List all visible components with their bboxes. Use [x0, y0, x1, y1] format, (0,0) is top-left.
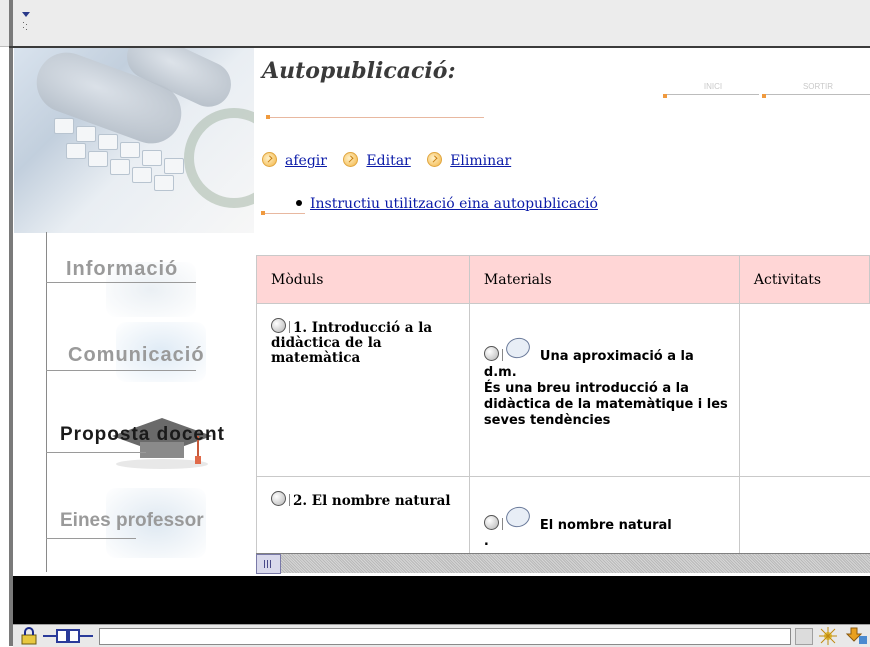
- instructions-item: Instructiu utilització eina autopublicac…: [296, 196, 598, 212]
- edit-action[interactable]: Editar: [343, 152, 411, 169]
- toolbar: [0, 0, 870, 47]
- nav-item-eines-professor[interactable]: Eines professor: [46, 488, 251, 568]
- connection-icon: [43, 629, 93, 643]
- toolbar-grip-icon[interactable]: [18, 2, 34, 42]
- table-row: 1. Introducció a la didàctica de la mate…: [256, 303, 870, 477]
- radio-button[interactable]: [271, 491, 286, 506]
- disk-icon: [503, 335, 533, 361]
- bullet-icon: [296, 200, 302, 206]
- modules-table: Mòduls Materials Activitats 1. Introducc…: [256, 255, 870, 572]
- modules-table-container: Mòduls Materials Activitats 1. Introducc…: [256, 255, 870, 575]
- delete-action[interactable]: Eliminar: [427, 152, 511, 169]
- material-title: El nombre natural: [539, 518, 672, 533]
- tab-inici[interactable]: INICI: [667, 82, 759, 95]
- keyboard-banner-image: [14, 48, 254, 233]
- nav-item-informacio[interactable]: Informació: [46, 244, 251, 324]
- add-action[interactable]: afegir: [262, 152, 327, 169]
- radio-button[interactable]: [483, 346, 499, 361]
- status-cell: [795, 628, 813, 645]
- nav-item-label: Comunicació: [68, 344, 205, 366]
- add-link[interactable]: afegir: [285, 153, 327, 169]
- module-title: 2. El nombre natural: [293, 493, 451, 509]
- column-header-materials: Materials: [468, 255, 740, 304]
- scrollbar-thumb[interactable]: [256, 554, 281, 574]
- delete-link[interactable]: Eliminar: [450, 153, 511, 169]
- activity-cell: [738, 303, 870, 477]
- status-bar: [13, 624, 870, 647]
- material-description: És una breu introducció a la didàctica d…: [483, 381, 728, 428]
- nav-item-proposta-docent[interactable]: Proposta docent: [46, 404, 251, 484]
- nav-item-label: Informació: [66, 258, 179, 280]
- sparkle-icon[interactable]: [817, 626, 839, 646]
- module-title: 1. Introducció a la didàctica de la mate…: [271, 320, 433, 366]
- page-title: Autopublicació:: [262, 58, 456, 84]
- tab-sortir[interactable]: SORTIR: [766, 82, 870, 95]
- material-description: .: [483, 534, 489, 549]
- instructions-link[interactable]: Instructiu utilització eina autopublicac…: [310, 196, 598, 212]
- column-header-activitats: Activitats: [738, 255, 870, 304]
- lock-icon: [21, 627, 37, 645]
- nav-item-label: Eines professor: [60, 510, 204, 531]
- play-icon: [343, 152, 359, 167]
- nav-item-comunicacio[interactable]: Comunicació: [46, 322, 251, 402]
- column-header-moduls: Mòduls: [256, 255, 470, 304]
- horizontal-scrollbar[interactable]: [256, 553, 870, 573]
- radio-button[interactable]: [271, 318, 286, 333]
- nav-item-label: Proposta docent: [60, 424, 225, 445]
- play-icon: [427, 152, 443, 167]
- status-text-field: [99, 628, 791, 645]
- radio-button[interactable]: [483, 515, 499, 530]
- empty-frame-area: [13, 576, 870, 624]
- disk-icon: [503, 504, 533, 530]
- frame-divider: [9, 0, 13, 646]
- play-icon: [262, 152, 277, 167]
- download-icon[interactable]: [845, 626, 867, 646]
- material-cell: Una aproximació a la d.m. És una breu in…: [468, 303, 740, 477]
- actions-bar: afegir Editar Eliminar: [262, 152, 523, 169]
- module-cell: 1. Introducció a la didàctica de la mate…: [256, 303, 470, 477]
- edit-link[interactable]: Editar: [366, 153, 410, 169]
